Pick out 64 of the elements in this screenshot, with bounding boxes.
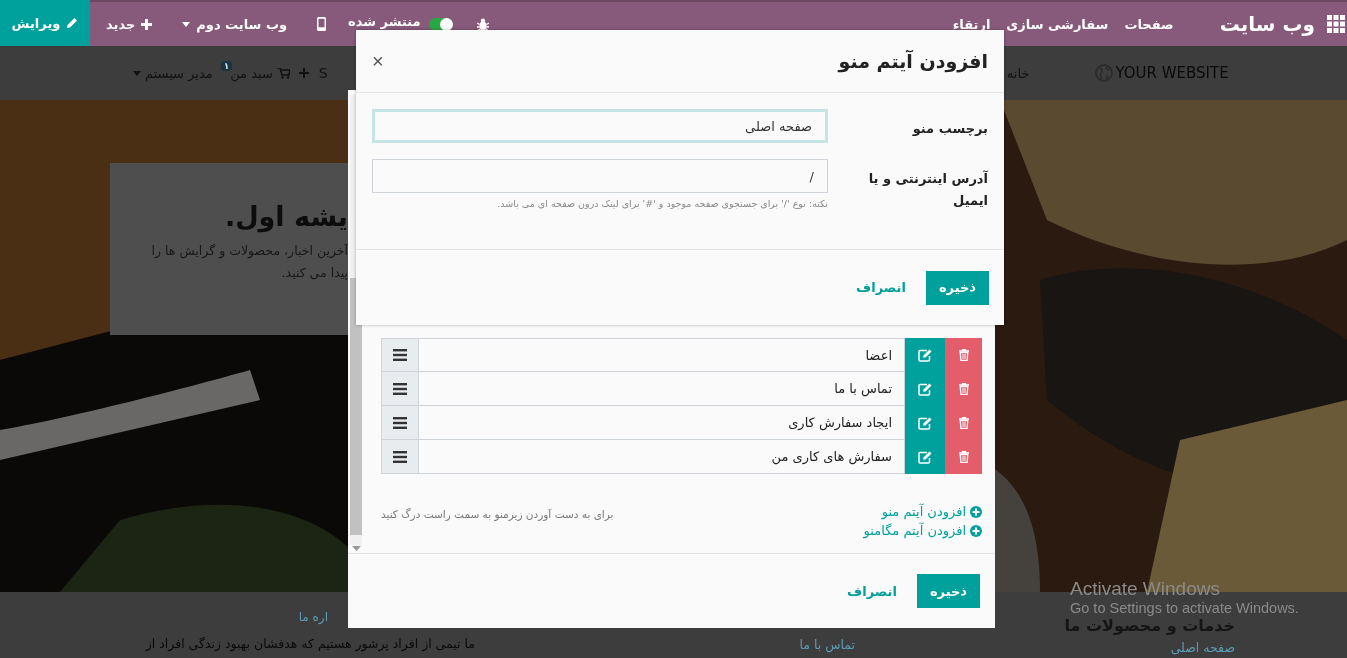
- plus-icon: [141, 18, 153, 30]
- edit-button[interactable]: ویرایش: [0, 0, 90, 46]
- cancel-link[interactable]: انصراف: [847, 583, 897, 599]
- plus-circle-icon: [970, 524, 982, 537]
- cart-count: ۱: [220, 61, 233, 71]
- footer-link[interactable]: صفحه اصلی: [1170, 640, 1235, 655]
- edit-icon: [918, 382, 932, 396]
- delete-button[interactable]: [945, 338, 982, 372]
- new-button[interactable]: جدید: [106, 16, 153, 32]
- menu-item-field[interactable]: سفارش های کاری من: [419, 440, 905, 474]
- drag-handle[interactable]: [381, 406, 419, 440]
- menu-icon: [393, 349, 407, 361]
- activation-notice-title: Activate Windows: [1070, 578, 1221, 600]
- trash-icon: [958, 349, 969, 361]
- menu-item[interactable]: صفحات: [1124, 16, 1174, 32]
- add-link[interactable]: افزودن آیتم مگامنو: [863, 523, 982, 538]
- trash-icon: [958, 451, 969, 463]
- input-field[interactable]: صفحه اصلی: [372, 109, 828, 143]
- add-link[interactable]: افزودن آیتم منو: [881, 504, 982, 519]
- save-button[interactable]: ذخیره: [925, 270, 989, 305]
- plus-icon[interactable]: [298, 68, 309, 78]
- trash-icon: [958, 383, 969, 395]
- input-field[interactable]: /: [372, 159, 828, 193]
- menu-item-field[interactable]: ایجاد سفارش کاری: [419, 406, 905, 440]
- field-label: آدرس اینترنتی و یا ایمیل: [867, 169, 988, 210]
- drag-handle[interactable]: [381, 440, 419, 474]
- footer-link[interactable]: تماس با ما: [799, 637, 855, 652]
- pencil-icon: [66, 17, 79, 29]
- close-button[interactable]: ×: [368, 49, 388, 73]
- edit-item-button[interactable]: [905, 338, 945, 372]
- cancel-link[interactable]: انصراف: [856, 280, 906, 295]
- caret-icon: [182, 21, 191, 27]
- menu-item-field[interactable]: اعضا: [419, 338, 905, 372]
- edit-icon: [918, 450, 932, 464]
- hero-heading: یشه اول.: [223, 201, 348, 232]
- activation-notice-text: Go to Settings to activate Windows.: [1070, 600, 1299, 616]
- field-label: برچسب منو: [911, 120, 988, 138]
- website-dropdown[interactable]: وب سایت دوم: [182, 16, 288, 32]
- edit-icon: [918, 348, 932, 362]
- menu-icon: [393, 416, 407, 429]
- footer-heading: اره ما: [298, 610, 328, 626]
- trash-icon: [958, 417, 969, 429]
- app-title: وب سایت: [1219, 12, 1315, 36]
- dialog-title: افزودن آیتم منو: [838, 50, 988, 72]
- save-button[interactable]: ذخیره: [916, 574, 980, 608]
- published-label: منتشر شده: [348, 15, 421, 29]
- menu-icon: [393, 382, 407, 395]
- cart-icon: [276, 67, 290, 79]
- mobile-icon[interactable]: [317, 17, 327, 31]
- caret-icon: [133, 70, 141, 76]
- published-toggle[interactable]: [428, 17, 453, 31]
- menu-item[interactable]: سفارشی سازی: [1006, 16, 1109, 32]
- bug-icon[interactable]: [476, 17, 489, 31]
- drag-handle[interactable]: [381, 338, 419, 372]
- edit-icon: [918, 416, 932, 430]
- menu-item-field[interactable]: تماس با ما: [419, 372, 905, 406]
- edit-item-button[interactable]: [905, 440, 945, 474]
- plus-circle-icon: [970, 505, 982, 518]
- apps-icon[interactable]: [1327, 15, 1345, 33]
- drag-hint: برای به دست آوردن زیرمنو به سمت راست درگ کنید: [381, 508, 614, 520]
- help-text: نکته: نوع '/' برای جستجوی صفحه موجود و '#' برای لینک درون صفحه ای می باشد.: [496, 198, 828, 209]
- delete-button[interactable]: [945, 440, 982, 474]
- menu-icon: [393, 450, 407, 463]
- drag-handle[interactable]: [381, 372, 419, 406]
